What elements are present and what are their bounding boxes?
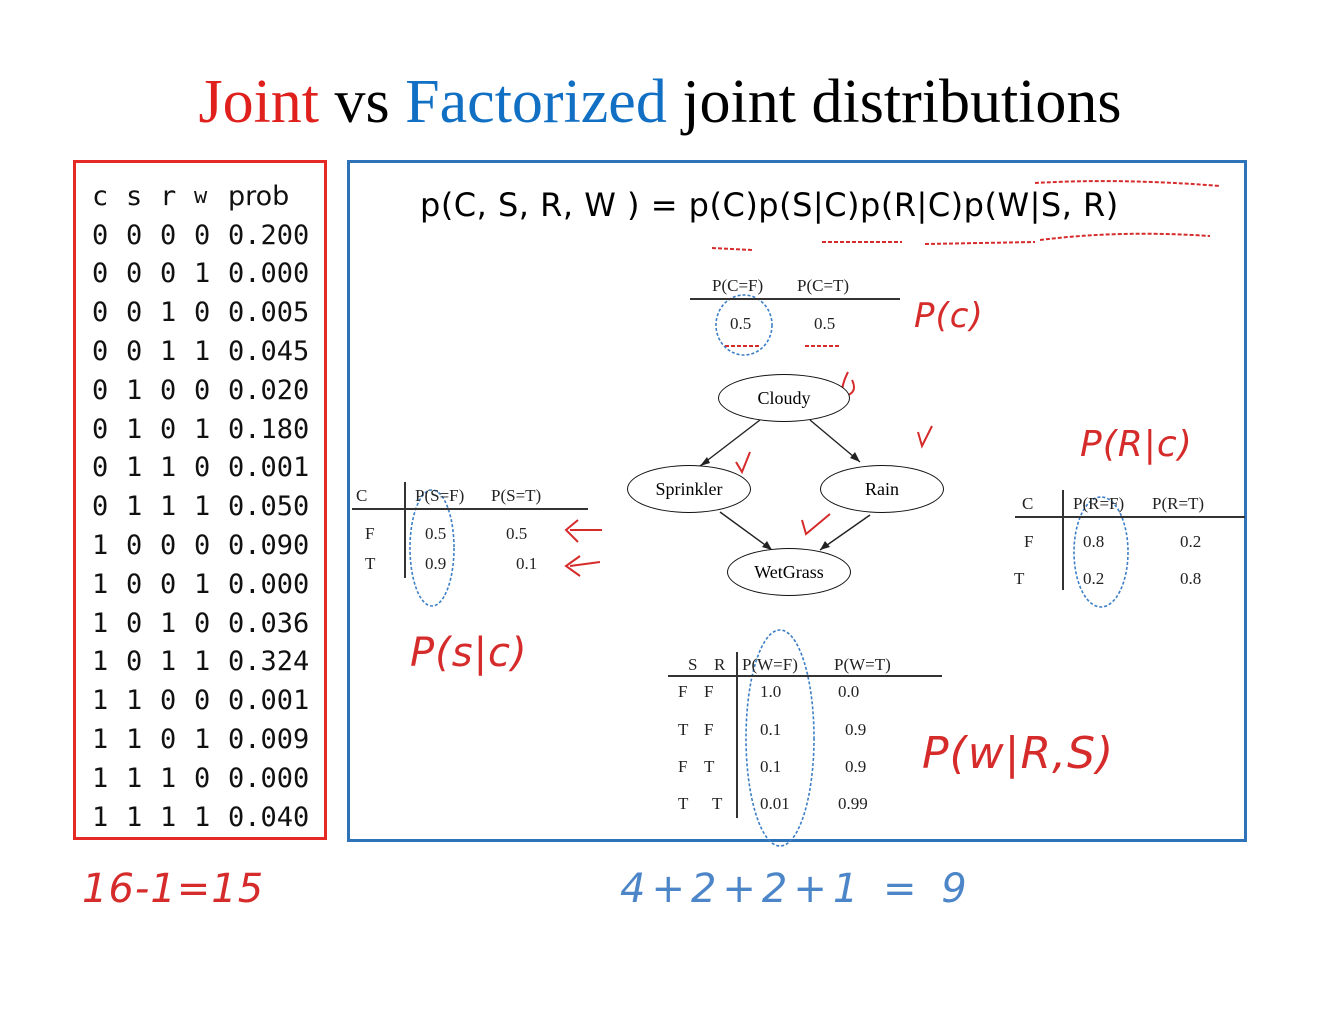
arrow-t-row [564, 555, 601, 577]
cpt-c-value-t: 0.5 [814, 314, 836, 333]
annotation-prc: P(R|c) [1080, 424, 1193, 465]
cpt-w-header-r: R [714, 655, 726, 674]
edge-cloudy-sprinkler [699, 419, 761, 467]
cpt-w-row2-f: 0.1 [760, 720, 782, 739]
cpt-w-divider [736, 652, 738, 818]
check-sprinkler [735, 451, 751, 475]
check-rain [917, 425, 933, 449]
cpt-r-row2-f: 0.2 [1083, 569, 1105, 588]
cpt-w-row3-r: T [704, 757, 715, 776]
cpt-r-header-c: C [1022, 494, 1034, 513]
underline-pw-bottom [1039, 232, 1211, 241]
cpt-s-row1-f: 0.5 [425, 524, 447, 543]
annotation-pwrs: P(w|R,S) [922, 728, 1115, 779]
cpt-s-row2-t: 0.1 [516, 554, 538, 573]
cpt-w-row1-s: F [678, 682, 688, 701]
edge-sprinkler-wetgrass [719, 511, 773, 551]
annotation-pc: P(c) [914, 296, 984, 336]
cpt-r-row2-c: T [1014, 569, 1025, 588]
cpt-s-row2-c: T [365, 554, 376, 573]
cpt-w-row2-r: F [704, 720, 714, 739]
node-sprinkler: Sprinkler [627, 465, 751, 513]
cpt-r-header-f: P(R=F) [1073, 494, 1125, 513]
underline-pw-top [1034, 180, 1221, 187]
cpt-c-rule [690, 298, 900, 300]
cpt-c-value-f: 0.5 [730, 314, 752, 333]
cpt-w-header-s: S [688, 655, 698, 674]
cpt-s-row1-c: F [365, 524, 375, 543]
cpt-w-row1-f: 1.0 [760, 682, 782, 701]
cpt-w-row4-r: T [712, 794, 723, 813]
annotation-left-count: 16-1=15 [82, 866, 265, 912]
cpt-w-row2-t: 0.9 [845, 720, 867, 739]
cpt-r-rule [1015, 516, 1245, 518]
node-wetgrass: WetGrass [727, 548, 851, 596]
annotation-right-count: 4+2+2+1 = 9 [620, 866, 973, 912]
cpt-w-row4-f: 0.01 [760, 794, 790, 813]
check-wetgrass [801, 513, 831, 536]
cpt-r-header-t: P(R=T) [1152, 494, 1205, 513]
cpt-r-row1-f: 0.8 [1083, 532, 1105, 551]
cpt-s-rule [352, 508, 588, 510]
cpt-w-row3-s: F [678, 757, 688, 776]
cpt-w-row2-s: T [678, 720, 689, 739]
cpt-r-row1-t: 0.2 [1180, 532, 1202, 551]
cpt-s-header-f: P(S=F) [415, 486, 465, 505]
cpt-s-header-t: P(S=T) [491, 486, 542, 505]
cpt-s-row1-t: 0.5 [506, 524, 528, 543]
underline-pc [711, 247, 753, 251]
cpt-w-row4-s: T [678, 794, 689, 813]
cpt-s-divider [404, 482, 406, 578]
cpt-w-row3-f: 0.1 [760, 757, 782, 776]
cpt-w-row1-t: 0.0 [838, 682, 860, 701]
arrow-f-row [564, 519, 602, 543]
cpt-w-rule [668, 675, 942, 677]
cpt-s-header-c: C [356, 486, 368, 505]
cpt-c-header-t: P(C=T) [797, 276, 850, 295]
node-rain: Rain [820, 465, 944, 513]
cpt-w-row3-t: 0.9 [845, 757, 867, 776]
annotation-psc: P(s|c) [410, 630, 528, 676]
cpt-r-row2-t: 0.8 [1180, 569, 1202, 588]
cpt-w-row4-t: 0.99 [838, 794, 868, 813]
cpt-w-row1-r: F [704, 682, 714, 701]
cpt-c-header-f: P(C=F) [712, 276, 764, 295]
cpt-w-header-f: P(W=F) [742, 655, 798, 674]
cpt-r-divider [1062, 490, 1064, 590]
underline-prc [924, 241, 1036, 245]
cpt-r-row1-c: F [1024, 532, 1034, 551]
cpt-w-header-t: P(W=T) [834, 655, 891, 674]
node-cloudy: Cloudy [718, 374, 850, 422]
cpt-s-row2-f: 0.9 [425, 554, 447, 573]
